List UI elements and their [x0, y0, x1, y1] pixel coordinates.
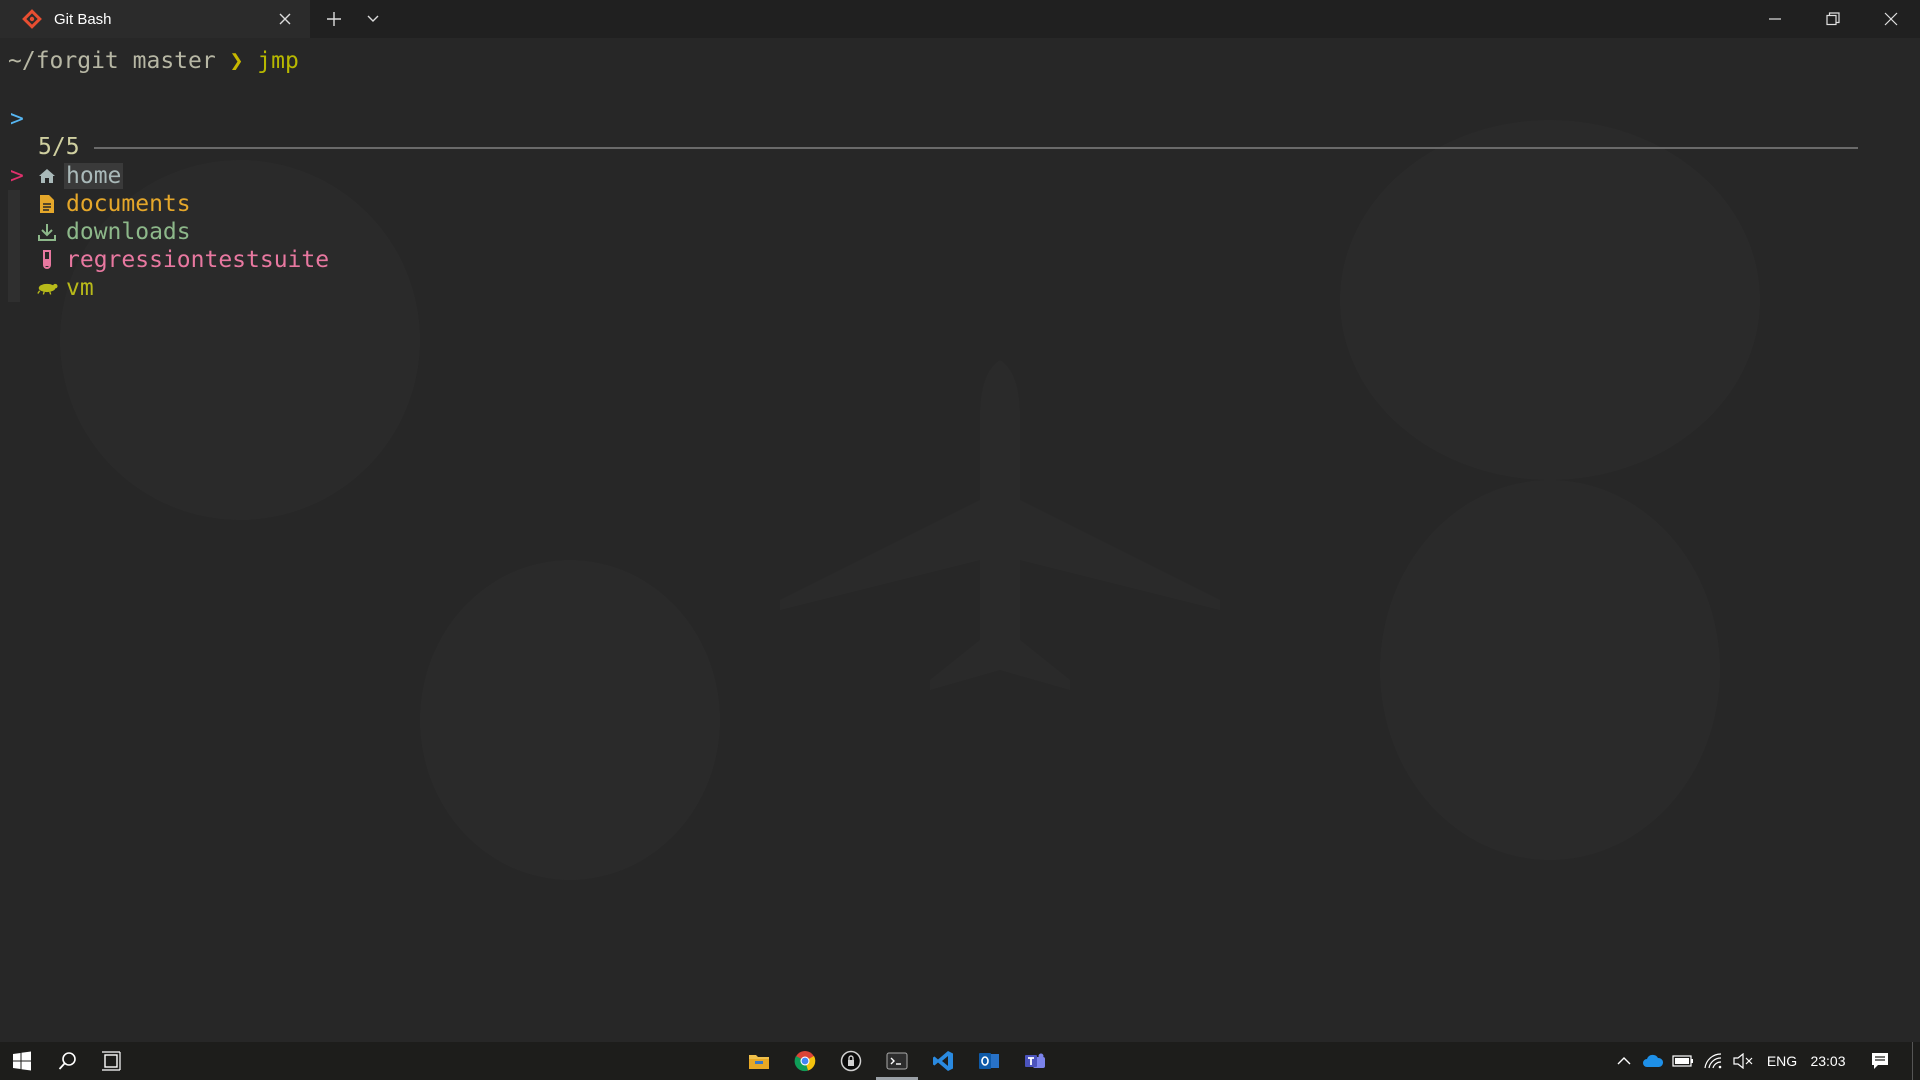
battery-tray-button[interactable] — [1668, 1042, 1698, 1080]
close-icon — [1884, 12, 1898, 26]
taskbar-teams[interactable] — [1012, 1042, 1058, 1080]
gutter — [8, 218, 20, 246]
test-tube-icon — [36, 249, 58, 271]
tab-title: Git Bash — [54, 10, 112, 28]
show-desktop-button[interactable] — [1912, 1042, 1920, 1080]
lizard-icon — [36, 277, 58, 299]
chevron-up-icon — [1617, 1057, 1631, 1065]
taskbar-file-explorer[interactable] — [736, 1042, 782, 1080]
prompt-arrow: ❯ — [229, 48, 244, 74]
onedrive-tray-button[interactable] — [1638, 1042, 1668, 1080]
gutter — [8, 274, 20, 302]
taskbar-vscode[interactable] — [920, 1042, 966, 1080]
git-bash-icon — [20, 7, 44, 31]
start-button[interactable] — [0, 1042, 44, 1080]
input-language-indicator[interactable]: ENG — [1762, 1042, 1802, 1080]
shell-prompt-line: ~/forgit master ❯ jmp — [8, 48, 299, 74]
gutter — [8, 246, 20, 274]
wifi-icon — [1704, 1053, 1722, 1069]
taskbar: ENG 23:03 — [0, 1042, 1920, 1080]
close-window-button[interactable] — [1862, 0, 1920, 38]
password-manager-icon — [840, 1050, 862, 1072]
volume-muted-icon — [1733, 1053, 1753, 1069]
cloud-icon — [1643, 1054, 1664, 1067]
restore-icon — [1826, 12, 1840, 26]
list-item-label: regressiontestsuite — [66, 247, 330, 273]
list-item-label: downloads — [66, 219, 191, 245]
task-view-icon — [102, 1051, 121, 1071]
command-text: jmp — [257, 48, 299, 74]
windows-logo-icon — [13, 1051, 31, 1071]
network-tray-button[interactable] — [1698, 1042, 1728, 1080]
task-view-button[interactable] — [90, 1042, 134, 1080]
notification-icon — [1872, 1053, 1888, 1069]
list-item-label: documents — [66, 191, 191, 217]
outlook-icon — [979, 1053, 999, 1069]
chevron-down-icon — [367, 15, 379, 22]
taskbar-terminal[interactable] — [874, 1042, 920, 1080]
list-item-label: vm — [66, 275, 94, 301]
battery-icon — [1672, 1055, 1693, 1067]
close-tab-icon[interactable] — [274, 8, 296, 30]
minimize-button[interactable] — [1746, 0, 1804, 38]
plus-icon — [327, 12, 341, 26]
separator-line — [94, 147, 1858, 149]
terminal-area[interactable]: ~/forgit master ❯ jmp > 5/5 > home docum… — [0, 38, 1920, 1042]
teams-icon — [1025, 1053, 1045, 1068]
clock[interactable]: 23:03 — [1806, 1042, 1850, 1080]
new-tab-button[interactable] — [310, 0, 358, 38]
volume-tray-button[interactable] — [1728, 1042, 1758, 1080]
vscode-icon — [933, 1051, 953, 1071]
chrome-icon — [794, 1051, 816, 1072]
search-button[interactable] — [46, 1042, 90, 1080]
language-label: ENG — [1766, 1053, 1798, 1069]
download-icon — [36, 221, 58, 243]
file-explorer-icon — [749, 1055, 769, 1069]
title-bar: Git Bash — [0, 0, 1920, 38]
search-icon — [58, 1052, 76, 1070]
match-count: 5/5 — [38, 134, 80, 160]
taskbar-outlook[interactable] — [966, 1042, 1012, 1080]
document-icon — [36, 193, 58, 215]
list-item-label: home — [64, 163, 124, 189]
taskbar-chrome[interactable] — [782, 1042, 828, 1080]
tab-dropdown-button[interactable] — [358, 0, 388, 38]
selection-pointer: > — [10, 163, 24, 189]
action-center-button[interactable] — [1858, 1042, 1902, 1080]
show-hidden-icons-button[interactable] — [1610, 1042, 1638, 1080]
minimize-icon — [1769, 18, 1781, 20]
taskbar-password-manager[interactable] — [828, 1042, 874, 1080]
tab-git-bash[interactable]: Git Bash — [0, 0, 310, 38]
terminal-icon — [886, 1052, 908, 1070]
home-icon — [36, 165, 58, 187]
clock-time: 23:03 — [1810, 1053, 1846, 1069]
prompt-path: ~/forgit master — [8, 48, 216, 74]
restore-button[interactable] — [1804, 0, 1862, 38]
gutter — [8, 190, 20, 218]
fzf-query-prompt[interactable]: > — [10, 106, 24, 132]
